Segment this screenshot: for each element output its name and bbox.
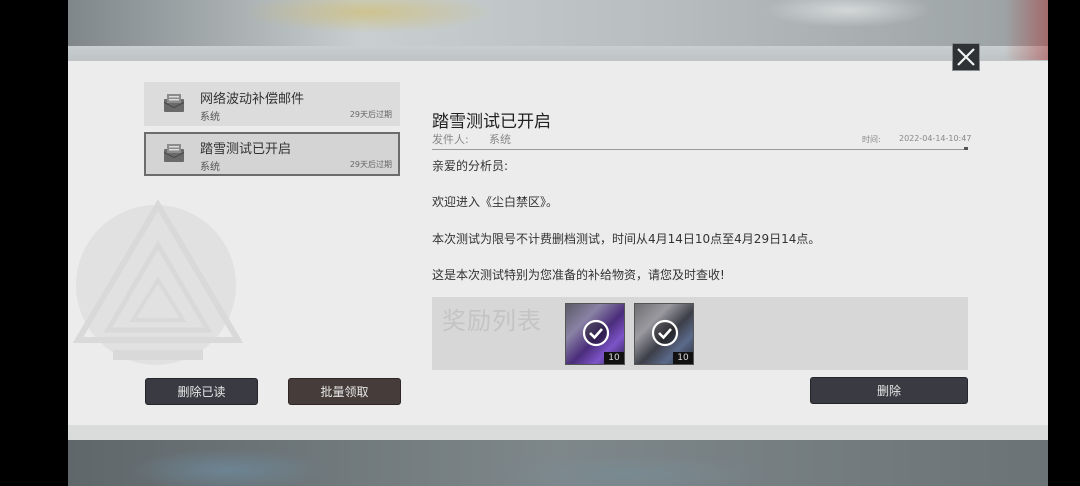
mail-title: 网络波动补偿邮件 (200, 92, 305, 107)
mail-body-line: 这是本次测试特别为您准备的补给物资，请您及时查收! (432, 268, 725, 282)
mail-item-selected[interactable]: 踏雪测试已开启 系统 29天后过期 (144, 132, 400, 176)
rewards-label: 奖励列表 (442, 307, 542, 335)
batch-claim-button[interactable]: 批量领取 (288, 378, 401, 405)
sender-label: 发件人: (432, 133, 469, 146)
mail-envelope-icon (164, 144, 184, 162)
panel-bottom-band (68, 425, 1048, 440)
mail-title: 踏雪测试已开启 (200, 142, 292, 157)
detail-divider-cap (964, 147, 968, 150)
mail-envelope-icon (164, 94, 184, 112)
background-top-scene (68, 0, 1048, 46)
claimed-check-icon (651, 319, 679, 347)
time-value: 2022-04-14-10:47 (899, 134, 972, 143)
mail-body-line: 本次测试为限号不计费删档测试，时间从4月14日10点至4月29日14点。 (432, 232, 821, 246)
delete-read-button[interactable]: 删除已读 (145, 378, 258, 405)
mail-sender: 系统 (200, 162, 220, 173)
mail-expire: 29天后过期 (349, 110, 392, 119)
background-accent (1004, 0, 1048, 60)
mail-expire: 29天后过期 (349, 160, 392, 169)
reward-count: 10 (604, 352, 624, 364)
reward-item[interactable]: 10 (634, 303, 694, 365)
sender-value: 系统 (489, 133, 511, 146)
reward-item[interactable]: 10 (565, 303, 625, 365)
close-icon (957, 48, 975, 66)
claimed-check-icon (582, 319, 610, 347)
mail-body-line: 欢迎进入《尘白禁区》。 (432, 195, 559, 209)
close-button[interactable] (952, 43, 980, 71)
mail-sender: 系统 (200, 112, 220, 123)
mail-item[interactable]: 网络波动补偿邮件 系统 29天后过期 (144, 82, 400, 126)
mail-detail-title: 踏雪测试已开启 (432, 112, 551, 132)
background-bottom-scene (68, 440, 1048, 486)
detail-divider (432, 149, 968, 150)
delete-button[interactable]: 删除 (810, 377, 968, 404)
time-label: 时间: (862, 135, 881, 144)
mail-body-line: 亲爱的分析员: (432, 159, 509, 173)
reward-count: 10 (673, 352, 693, 364)
